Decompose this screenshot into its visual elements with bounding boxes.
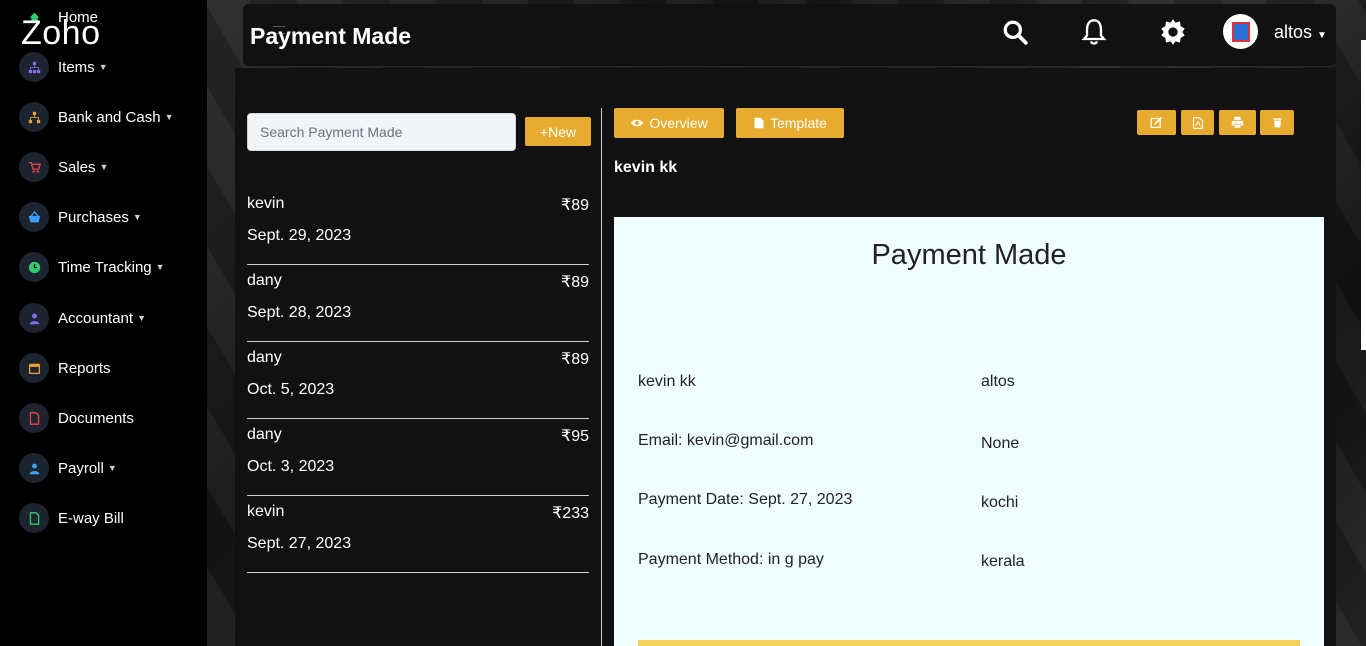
print-icon <box>1231 116 1244 129</box>
vendor-email: Email: kevin@gmail.com <box>638 432 814 449</box>
search-icon[interactable] <box>1000 17 1030 47</box>
edit-icon <box>1150 117 1162 128</box>
sidebar-item-purchases[interactable]: Purchases ▼ <box>19 202 142 232</box>
print-button[interactable] <box>1219 110 1256 135</box>
chevron-down-icon: ▼ <box>137 313 146 323</box>
person-icon <box>19 453 49 483</box>
payment-date: Sept. 29, 2023 <box>247 227 352 244</box>
company-detail: None <box>981 435 1020 452</box>
clock-icon <box>19 252 49 282</box>
list-item[interactable]: kevin ₹233 Sept. 27, 2023 <box>247 503 589 573</box>
chevron-down-icon: ▼ <box>98 62 108 72</box>
edit-button[interactable] <box>1137 110 1176 135</box>
pdf-button[interactable] <box>1181 110 1214 135</box>
delete-button[interactable] <box>1260 110 1294 135</box>
gear-icon[interactable] <box>1158 17 1188 47</box>
trash-icon <box>1272 118 1282 128</box>
payee-name: dany <box>247 426 282 443</box>
main-panel: +New kevin ₹89 Sept. 29, 2023 dany ₹89 S… <box>235 68 1336 646</box>
new-button[interactable]: +New <box>525 117 591 146</box>
payment-amount: ₹89 <box>561 197 589 214</box>
sidebar: Home Zoho Items ▼ Bank and Cash ▼ Sales … <box>0 0 207 646</box>
contact-name: kevin kk <box>614 159 678 176</box>
sidebar-item-items[interactable]: Items ▼ <box>19 52 108 82</box>
list-item[interactable]: dany ₹89 Oct. 5, 2023 <box>247 349 589 419</box>
chevron-down-icon: ▼ <box>107 463 117 473</box>
page-title: Payment Made <box>250 23 412 49</box>
file-icon <box>19 503 49 533</box>
payee-name: kevin <box>247 503 285 520</box>
document-icon <box>19 403 49 433</box>
user-icon <box>19 303 49 333</box>
list-item[interactable]: kevin ₹89 Sept. 29, 2023 <box>247 195 589 265</box>
sidebar-item-payroll[interactable]: Payroll ▼ <box>19 453 117 483</box>
sidebar-item-label: Reports <box>58 359 111 377</box>
chevron-down-icon: ▼ <box>99 162 109 172</box>
company-city: kochi <box>981 494 1019 511</box>
sidebar-item-eway-bill[interactable]: E-way Bill <box>19 503 124 533</box>
sidebar-item-label: Documents <box>58 409 134 427</box>
list-item[interactable]: dany ₹89 Sept. 28, 2023 <box>247 272 589 342</box>
sidebar-item-documents[interactable]: Documents <box>19 403 134 433</box>
cart-icon <box>19 152 49 182</box>
payment-date: Oct. 5, 2023 <box>247 381 335 398</box>
chevron-down-icon: ▼ <box>132 212 142 222</box>
basket-icon <box>19 202 49 232</box>
sidebar-item-reports[interactable]: Reports <box>19 353 111 383</box>
sidebar-item-label: Purchases <box>58 208 129 226</box>
payment-document: Payment Made kevin kk Email: kevin@gmail… <box>614 217 1324 646</box>
payee-name: kevin <box>247 195 285 212</box>
payment-date: Payment Date: Sept. 27, 2023 <box>638 491 853 508</box>
payment-method: Payment Method: in g pay <box>638 551 824 568</box>
payment-amount: ₹95 <box>561 428 589 445</box>
eye-icon <box>631 119 644 127</box>
payee-name: dany <box>247 349 282 366</box>
sidebar-item-label: Time Tracking <box>58 258 152 276</box>
sidebar-item-sales[interactable]: Sales ▼ <box>19 152 108 182</box>
payment-amount: ₹233 <box>552 505 589 522</box>
company-state: kerala <box>981 553 1025 570</box>
company-name: altos <box>981 373 1015 390</box>
app-logo: Zoho <box>21 14 101 52</box>
chevron-down-icon: ▼ <box>155 262 165 272</box>
template-label: Template <box>770 115 827 131</box>
payment-date: Sept. 28, 2023 <box>247 304 352 321</box>
bell-icon[interactable] <box>1079 17 1109 47</box>
scrollbar[interactable] <box>1361 40 1366 350</box>
payment-date: Oct. 3, 2023 <box>247 458 335 475</box>
sidebar-item-label: E-way Bill <box>58 509 124 527</box>
divider <box>601 108 602 646</box>
sidebar-item-label: Bank and Cash <box>58 108 161 126</box>
sidebar-item-time-tracking[interactable]: Time Tracking ▼ <box>19 252 165 282</box>
payment-date: Sept. 27, 2023 <box>247 535 352 552</box>
sidebar-item-accountant[interactable]: Accountant ▼ <box>19 303 146 333</box>
user-menu[interactable]: altos ▼ <box>1274 22 1327 43</box>
template-button[interactable]: Template <box>736 108 844 138</box>
avatar[interactable] <box>1223 14 1258 49</box>
user-name: altos <box>1274 22 1313 42</box>
calendar-icon <box>19 353 49 383</box>
sidebar-item-label: Payroll <box>58 459 104 477</box>
sidebar-item-label: Items <box>58 58 95 76</box>
search-input[interactable] <box>247 113 516 151</box>
list-item[interactable]: dany ₹95 Oct. 3, 2023 <box>247 426 589 496</box>
overview-button[interactable]: Overview <box>614 108 724 138</box>
sidebar-item-label: Sales <box>58 158 96 176</box>
payment-amount: ₹89 <box>561 351 589 368</box>
document-footer-bar <box>638 640 1300 646</box>
bank-icon <box>19 102 49 132</box>
payment-amount: ₹89 <box>561 274 589 291</box>
sidebar-item-label: Accountant <box>58 309 134 327</box>
payee-name: dany <box>247 272 282 289</box>
file-icon <box>754 117 764 129</box>
vendor-name: kevin kk <box>638 373 696 390</box>
chevron-down-icon: ▼ <box>164 112 174 122</box>
chevron-down-icon: ▼ <box>1317 30 1327 41</box>
sidebar-item-bank-and-cash[interactable]: Bank and Cash ▼ <box>19 102 174 132</box>
sitemap-icon <box>19 52 49 82</box>
pdf-icon <box>1192 116 1203 129</box>
overview-label: Overview <box>649 115 708 131</box>
document-title: Payment Made <box>871 239 1067 271</box>
top-header: Payment Made altos ▼ <box>243 4 1336 67</box>
